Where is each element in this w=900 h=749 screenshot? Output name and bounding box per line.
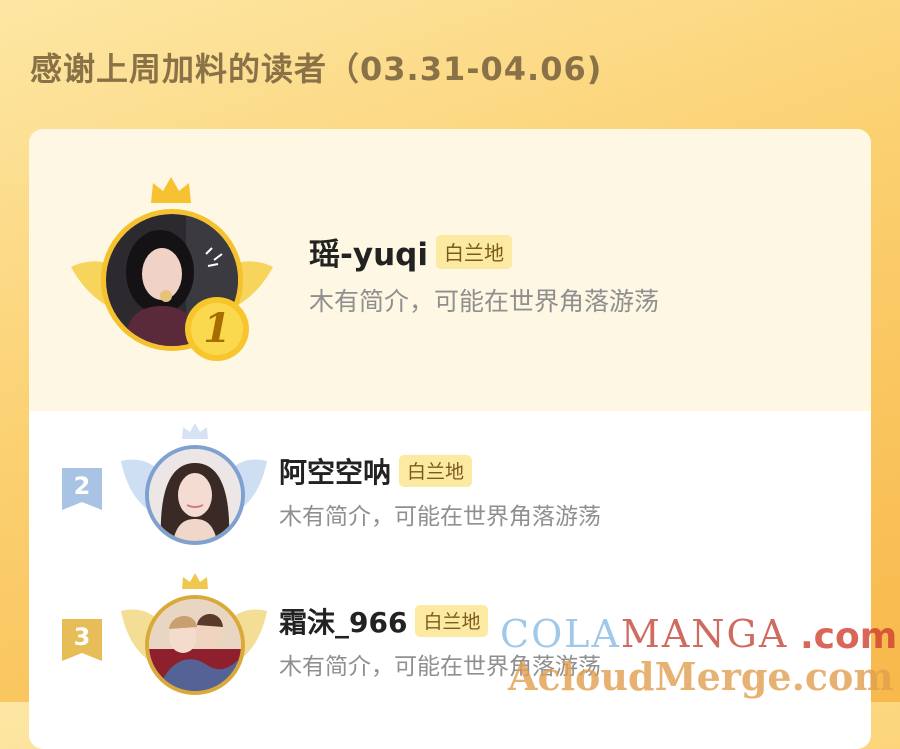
name-line-3: 霜沫_966 白兰地 [279, 601, 489, 641]
user-name-3[interactable]: 霜沫_966 [279, 601, 407, 641]
rank-row-1[interactable]: 1 瑶-yuqi 白兰地 木有简介，可能在世界角落游荡 [29, 129, 871, 411]
crown-icon [182, 423, 208, 439]
level-badge-3: 白兰地 [415, 605, 489, 637]
name-line-1: 瑶-yuqi 白兰地 [309, 229, 512, 274]
rank-flag-3: 3 [60, 617, 104, 663]
rank-row-3[interactable]: 3 霜沫_966 白兰地 木有简介，可能在世界角落游荡 [29, 561, 871, 721]
avatar-frame-2 [119, 421, 269, 561]
ranking-card: 1 瑶-yuqi 白兰地 木有简介，可能在世界角落游荡 2 阿空空呐 白兰地 木… [29, 129, 871, 749]
page-title: 感谢上周加料的读者（03.31-04.06) [30, 50, 603, 88]
rank-number-1: 1 [203, 305, 231, 352]
crown-icon [151, 177, 191, 203]
medal-1-icon: 1 [183, 295, 251, 363]
rank-number-2: 2 [73, 472, 91, 500]
user-bio-3: 木有简介，可能在世界角落游荡 [279, 654, 601, 680]
user-bio-1: 木有简介，可能在世界角落游荡 [309, 287, 660, 316]
user-name-1[interactable]: 瑶-yuqi [309, 229, 428, 274]
avatar-2[interactable] [145, 445, 245, 545]
rank-number-3: 3 [73, 623, 91, 651]
avatar-frame-1: 1 [67, 175, 277, 375]
avatar-3[interactable] [145, 595, 245, 695]
name-line-2: 阿空空呐 白兰地 [279, 451, 473, 491]
avatar-frame-3 [119, 571, 269, 711]
user-bio-2: 木有简介，可能在世界角落游荡 [279, 504, 601, 530]
level-badge-2: 白兰地 [399, 455, 473, 487]
level-badge-1: 白兰地 [435, 234, 512, 269]
crown-icon [182, 573, 208, 589]
user-name-2[interactable]: 阿空空呐 [279, 451, 391, 491]
rank-flag-2: 2 [60, 466, 104, 512]
rank-row-2[interactable]: 2 阿空空呐 白兰地 木有简介，可能在世界角落游荡 [29, 411, 871, 561]
